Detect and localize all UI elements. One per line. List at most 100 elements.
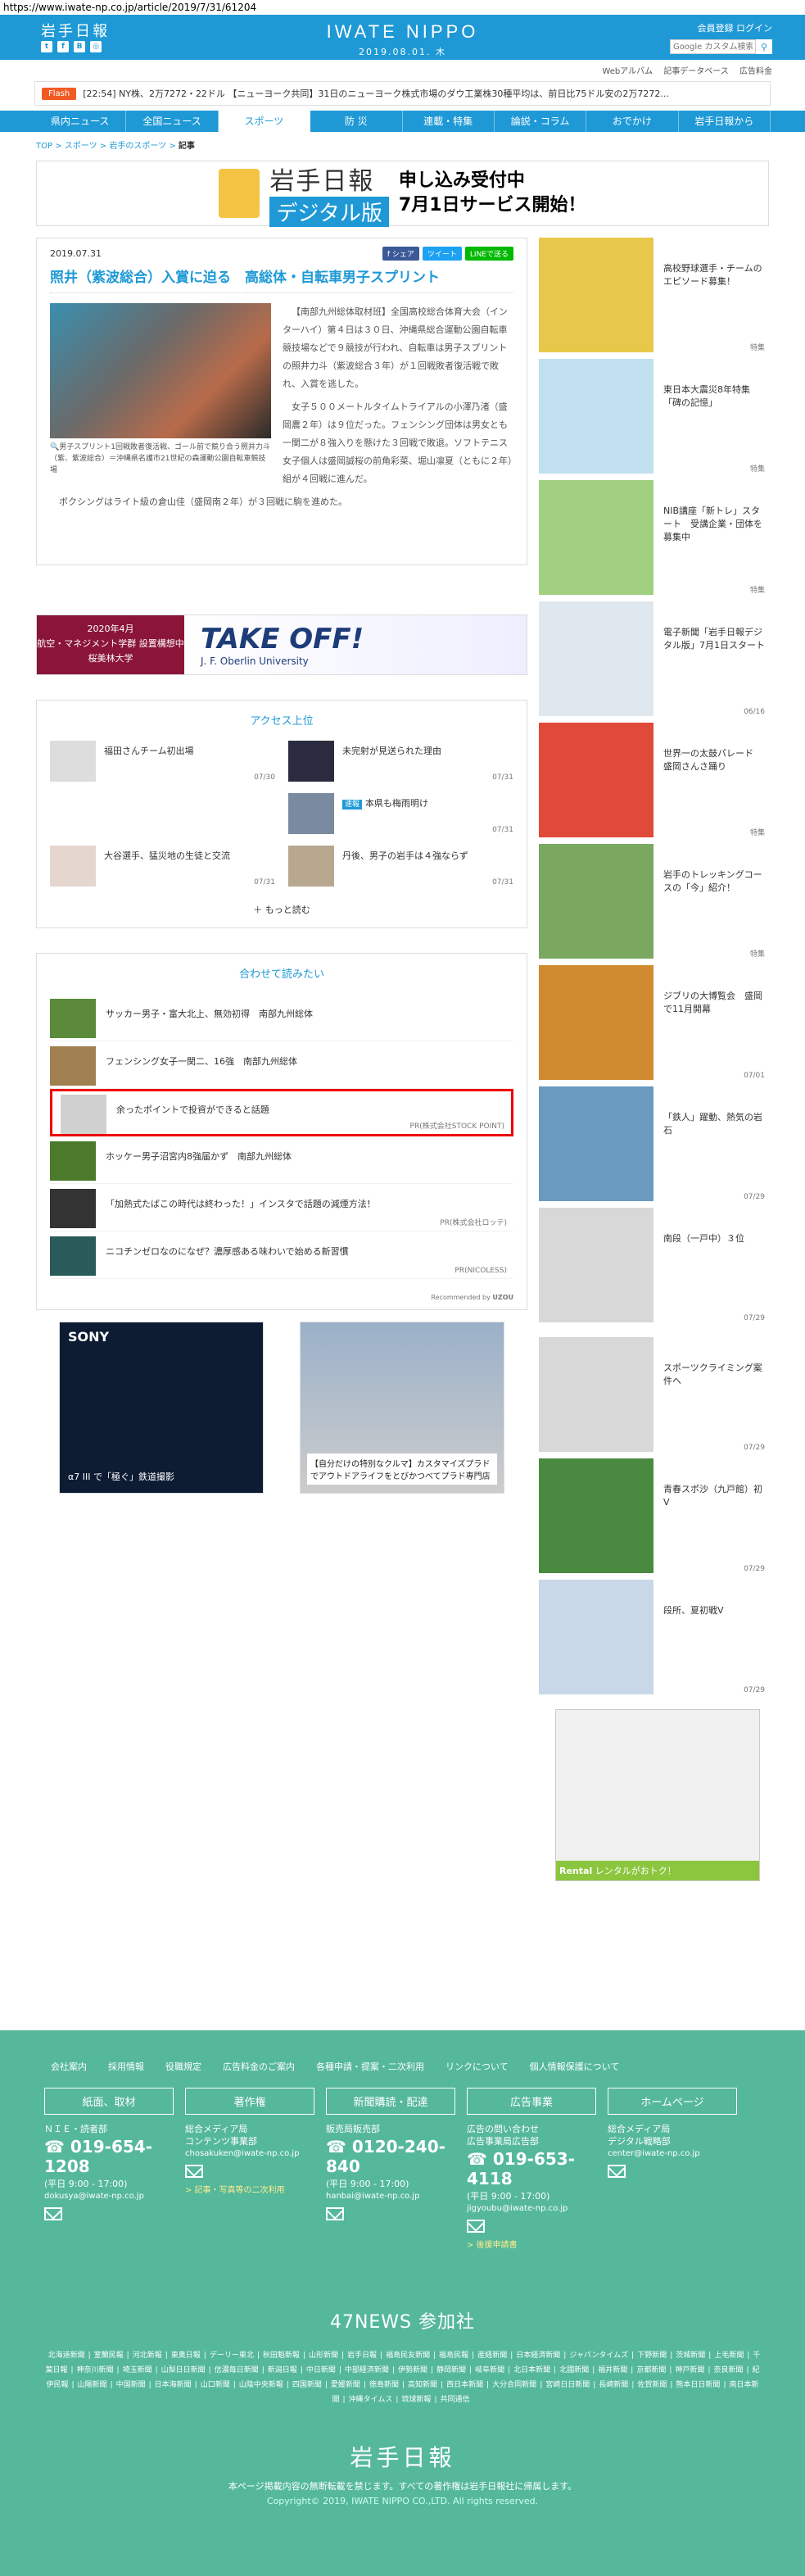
related-item-highlighted[interactable]: 余ったポイントで投資ができると話題 PR(株式会社STOCK POINT)	[50, 1089, 513, 1136]
member-paper-link[interactable]: 長崎新聞	[599, 2381, 628, 2389]
breadcrumb-sports[interactable]: スポーツ	[65, 142, 97, 151]
mail-icon[interactable]	[608, 2165, 626, 2178]
footer-tel[interactable]: ☎ 019-653-4118	[467, 2149, 596, 2188]
member-paper-link[interactable]: 四国新聞	[292, 2381, 322, 2389]
footer-mail[interactable]: center@iwate-np.co.jp	[608, 2149, 737, 2158]
member-paper-link[interactable]: ジャパンタイムズ	[569, 2352, 628, 2360]
member-paper-link[interactable]: 徳島新聞	[369, 2381, 399, 2389]
footer-mail[interactable]: hanbai@iwate-np.co.jp	[326, 2192, 455, 2201]
footer-tel[interactable]: ☎ 019-654-1208	[44, 2137, 174, 2176]
ranking-item[interactable]: 大谷選手、猛災地の生徒と交流 07/31	[50, 846, 275, 888]
sidebar-item[interactable]: スポーツクライミング案件へ 07/29	[539, 1337, 765, 1458]
subnav-ad-rates[interactable]: 広告料金	[739, 67, 772, 76]
footer-sublink[interactable]: > 後援申請書	[467, 2238, 596, 2250]
ranking-item[interactable]: 福田さんチーム初出場 07/30	[50, 741, 275, 783]
member-paper-link[interactable]: 中日新聞	[306, 2366, 336, 2374]
subnav-album[interactable]: Webアルバム	[602, 67, 653, 76]
member-paper-link[interactable]: 神奈川新聞	[77, 2366, 114, 2374]
member-paper-link[interactable]: 信濃毎日新聞	[215, 2366, 259, 2374]
member-paper-link[interactable]: 静岡新聞	[436, 2366, 466, 2374]
sidebar-item[interactable]: NIB講座「新トレ」スタート 受講企業・団体を募集中 特集	[539, 480, 765, 601]
nav-from-nippo[interactable]: 岩手日報から	[679, 111, 771, 132]
footer-link-privacy[interactable]: 個人情報保護について	[530, 2060, 620, 2073]
sidebar-item[interactable]: 段所、夏初戦V 07/29	[539, 1580, 765, 1701]
subnav-database[interactable]: 記事データベース	[663, 67, 729, 76]
footer-mail[interactable]: jigyoubu@iwate-np.co.jp	[467, 2204, 596, 2213]
member-paper-link[interactable]: 下野新聞	[637, 2352, 667, 2360]
search-button[interactable]: ⚲	[756, 39, 772, 54]
member-paper-link[interactable]: 山陽新聞	[78, 2381, 107, 2389]
related-item[interactable]: ホッケー男子沼宮内8強届かず 南部九州総体	[50, 1136, 513, 1184]
recommended-by[interactable]: Recommended by UZOU	[50, 1294, 513, 1301]
nav-national[interactable]: 全国ニュース	[126, 111, 219, 132]
footer-mail[interactable]: chosakuken@iwate-np.co.jp	[185, 2149, 314, 2158]
sidebar-item[interactable]: 岩手のトレッキングコースの「今」紹介！ 特集	[539, 844, 765, 965]
member-paper-link[interactable]: 日本海新聞	[155, 2381, 192, 2389]
sidebar-item[interactable]: 東日本大震災8年特集「碑の記憶」 特集	[539, 359, 765, 480]
member-paper-link[interactable]: 日本経済新聞	[516, 2352, 560, 2360]
footer-link-link[interactable]: リンクについて	[445, 2060, 509, 2073]
member-paper-link[interactable]: 奈良新聞	[713, 2366, 743, 2374]
sidebar-item[interactable]: ジブリの大博覧会 盛岡で11月開幕 07/01	[539, 965, 765, 1086]
member-paper-link[interactable]: 新潟日報	[268, 2366, 297, 2374]
rental-ad[interactable]: Rental レンタルがおトク！	[555, 1709, 760, 1881]
line-share-button[interactable]: LINEで送る	[464, 247, 513, 261]
car-ad[interactable]: 【自分だけの特別なクルマ】カスタマイズプラドでアウトドアライフをとびかつべてプラ…	[300, 1322, 504, 1494]
read-more-button[interactable]: ＋ もっと読む	[50, 903, 513, 916]
member-paper-link[interactable]: 熊本日日新聞	[676, 2381, 720, 2389]
nav-disaster[interactable]: 防 災	[310, 111, 403, 132]
member-paper-link[interactable]: 福島民友新聞	[386, 2352, 430, 2360]
related-item[interactable]: サッカー男子・富大北上、無効初得 南部九州総体	[50, 994, 513, 1041]
nav-features[interactable]: 連載・特集	[403, 111, 495, 132]
related-item[interactable]: ニコチンゼロなのになぜ？濃厚感ある味わいで始める新習慣 PR(NICOLESS)	[50, 1231, 513, 1279]
related-item[interactable]: 「加熱式たばこの時代は終わった！」インスタで話題の減煙方法！ PR(株式会社ロッテ…	[50, 1184, 513, 1231]
member-paper-link[interactable]: 山梨日日新聞	[161, 2366, 206, 2374]
member-paper-link[interactable]: 秋田魁新報	[263, 2352, 300, 2360]
member-paper-link[interactable]: 岩手日報	[347, 2352, 377, 2360]
member-paper-link[interactable]: 福島民報	[439, 2352, 468, 2360]
member-paper-link[interactable]: 茨城新聞	[676, 2352, 705, 2360]
member-paper-link[interactable]: 宮崎日日新聞	[545, 2381, 590, 2389]
flash-text[interactable]: [22:54] NY株、2万7272・22ドル 【ニューヨーク共同】31日のニュ…	[83, 87, 669, 100]
sidebar-item[interactable]: 南段（一戸中）３位 07/29	[539, 1208, 765, 1329]
member-paper-link[interactable]: 中国新聞	[116, 2381, 146, 2389]
breadcrumb-top[interactable]: TOP	[36, 142, 52, 151]
member-paper-link[interactable]: 福井新聞	[598, 2366, 627, 2374]
login-link[interactable]: 会員登録 ログイン	[670, 21, 773, 34]
footer-tel[interactable]: ☎ 0120-240-840	[326, 2137, 455, 2176]
related-item[interactable]: フェンシング女子一関二、16強 南部九州総体	[50, 1041, 513, 1089]
mail-icon[interactable]	[44, 2207, 62, 2220]
mail-icon[interactable]	[185, 2165, 203, 2178]
member-paper-link[interactable]: 東奥日報	[171, 2352, 201, 2360]
sidebar-item[interactable]: 青春スポ沙（九戸館）初V 07/29	[539, 1458, 765, 1580]
member-paper-link[interactable]: 中部経済新聞	[345, 2366, 389, 2374]
member-paper-link[interactable]: 上毛新聞	[714, 2352, 744, 2360]
sidebar-item[interactable]: 高校野球選手・チームのエピソード募集！ 特集	[539, 238, 765, 359]
ranking-item[interactable]: 速報 本県も梅雨明け 07/31	[288, 793, 513, 836]
footer-link-rules[interactable]: 役職規定	[165, 2060, 201, 2073]
member-paper-link[interactable]: 愛媛新聞	[331, 2381, 360, 2389]
sidebar-item[interactable]: 「鉄人」躍動、熱気の岩石 07/29	[539, 1086, 765, 1208]
ranking-item[interactable]: 未完射が見送られた理由 07/31	[288, 741, 513, 783]
member-paper-link[interactable]: 大分合同新聞	[492, 2381, 536, 2389]
footer-link-recruit[interactable]: 採用情報	[108, 2060, 144, 2073]
sidebar-item[interactable]: 世界一の太鼓パレード 盛岡さんさ踊り 特集	[539, 723, 765, 844]
member-paper-link[interactable]: 西日本新聞	[446, 2381, 483, 2389]
footer-logo[interactable]: 岩手日報	[0, 2440, 805, 2473]
member-paper-link[interactable]: 北日本新聞	[513, 2366, 550, 2374]
member-paper-link[interactable]: 共同通信	[440, 2396, 469, 2404]
member-paper-link[interactable]: 室蘭民報	[94, 2352, 124, 2360]
member-paper-link[interactable]: 佐賀新聞	[637, 2381, 667, 2389]
member-paper-link[interactable]: 岐阜新聞	[475, 2366, 504, 2374]
sidebar-item[interactable]: 電子新聞「岩手日報デジタル版」7月1日スタート 06/16	[539, 601, 765, 723]
member-paper-link[interactable]: 京都新聞	[636, 2366, 666, 2374]
member-paper-link[interactable]: 伊勢新聞	[398, 2366, 427, 2374]
footer-link-apply[interactable]: 各種申請・提案・二次利用	[316, 2060, 424, 2073]
member-paper-link[interactable]: 神戸新聞	[675, 2366, 704, 2374]
footer-link-ad[interactable]: 広告料金のご案内	[223, 2060, 295, 2073]
nav-local[interactable]: 県内ニュース	[34, 111, 127, 132]
breadcrumb-iwate-sports[interactable]: 岩手のスポーツ	[109, 142, 166, 151]
url-bar[interactable]: https://www.iwate-np.co.jp/article/2019/…	[0, 0, 805, 15]
flash-news[interactable]: Flash [22:54] NY株、2万7272・22ドル 【ニューヨーク共同】…	[34, 81, 771, 106]
mail-icon[interactable]	[467, 2220, 485, 2233]
